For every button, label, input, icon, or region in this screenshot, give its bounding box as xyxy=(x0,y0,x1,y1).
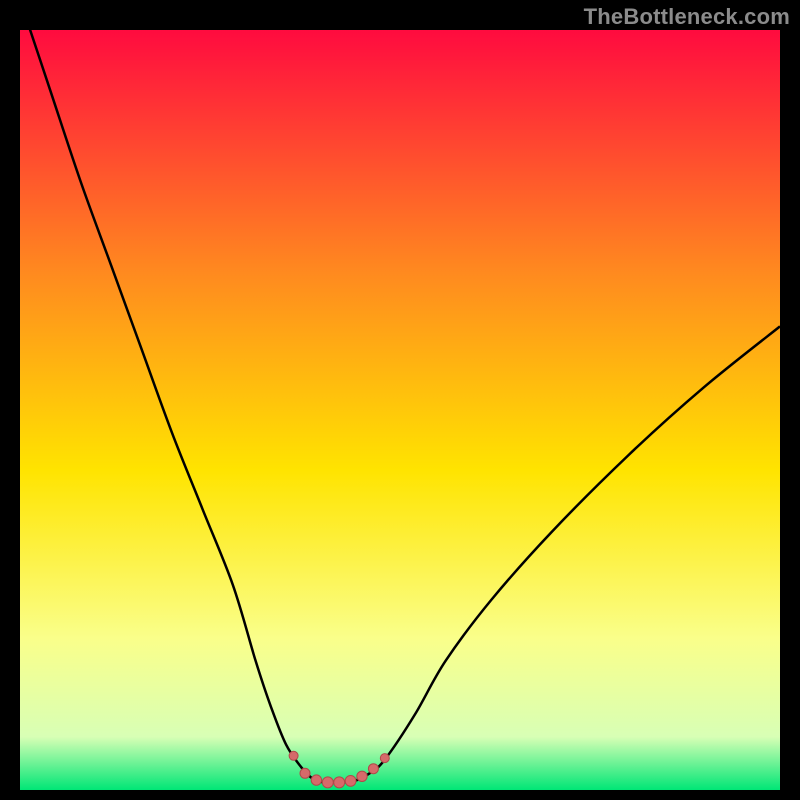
plot-background xyxy=(20,30,780,790)
valley-marker xyxy=(368,764,378,774)
valley-marker xyxy=(289,751,298,760)
valley-marker xyxy=(300,768,310,778)
watermark-text: TheBottleneck.com xyxy=(584,4,790,30)
bottleneck-chart xyxy=(0,0,800,800)
valley-marker xyxy=(357,771,367,781)
valley-marker xyxy=(380,754,389,763)
valley-marker xyxy=(334,777,345,788)
valley-marker xyxy=(345,776,356,787)
valley-marker xyxy=(311,775,321,785)
chart-stage: TheBottleneck.com xyxy=(0,0,800,800)
valley-marker xyxy=(322,777,333,788)
